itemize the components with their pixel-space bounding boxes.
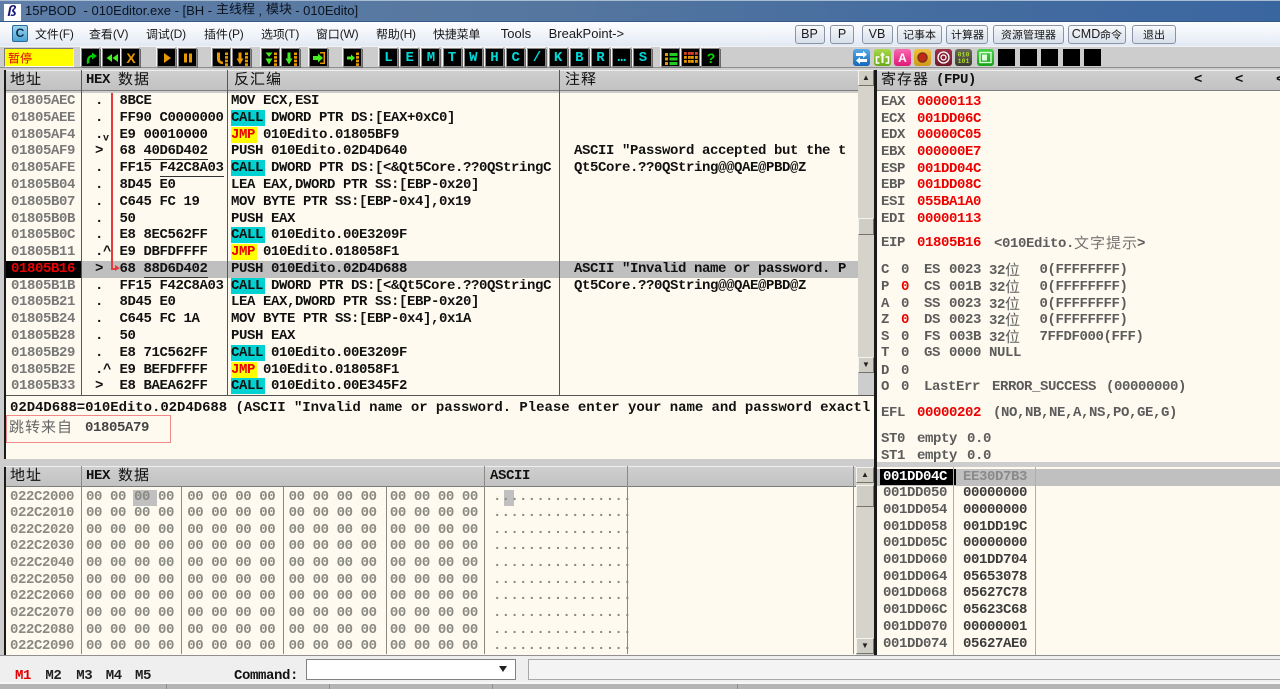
svg-text:?: ? [707,50,716,66]
svg-text:A: A [898,51,907,65]
svg-text:101: 101 [958,58,970,65]
svg-text:X: X [126,50,136,66]
